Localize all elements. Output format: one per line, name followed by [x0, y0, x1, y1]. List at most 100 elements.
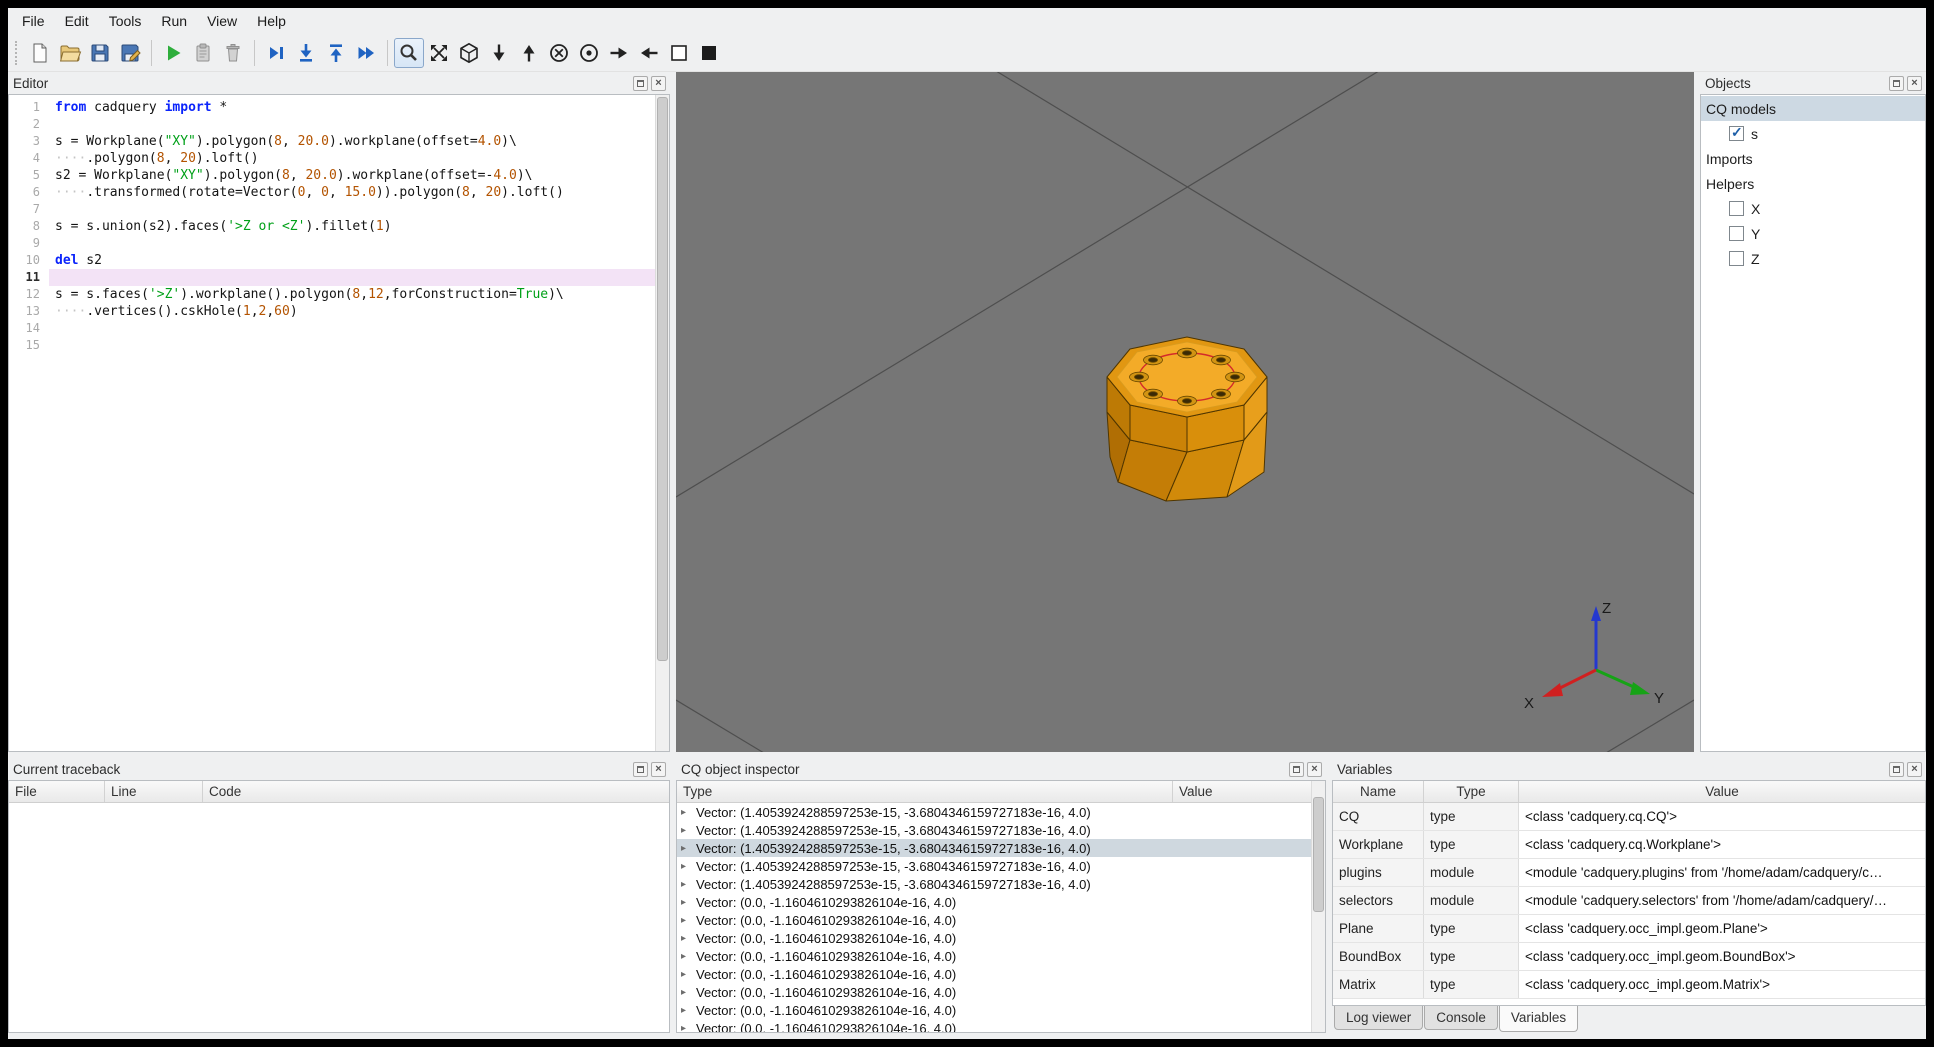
close-panel-icon[interactable] [1907, 75, 1922, 91]
inspector-scrollbar[interactable] [1311, 781, 1325, 1032]
new-file-button[interactable] [25, 38, 55, 68]
column-header-line[interactable]: Line [105, 781, 203, 802]
expand-arrow-icon[interactable] [681, 987, 696, 998]
menu-edit[interactable]: Edit [55, 8, 99, 34]
expand-arrow-icon[interactable] [681, 861, 696, 872]
fit-all-button[interactable] [424, 38, 454, 68]
tab-console[interactable]: Console [1424, 1006, 1498, 1030]
iso-view-button[interactable] [454, 38, 484, 68]
menu-run[interactable]: Run [151, 8, 197, 34]
expand-arrow-icon[interactable] [681, 969, 696, 980]
tab-log-viewer[interactable]: Log viewer [1334, 1006, 1424, 1030]
save-as-button[interactable] [115, 38, 145, 68]
step-into-button[interactable] [291, 38, 321, 68]
expand-arrow-icon[interactable] [681, 915, 696, 926]
inspector-row[interactable]: Vector: (0.0, -1.1604610293826104e-16, 4… [677, 929, 1325, 947]
column-header-value[interactable]: Value [1519, 781, 1925, 802]
float-panel-icon[interactable] [1889, 761, 1904, 777]
tree-item-y[interactable]: Y [1701, 221, 1925, 246]
open-file-button[interactable] [55, 38, 85, 68]
inspector-row[interactable]: Vector: (1.4053924288597253e-15, -3.6804… [677, 875, 1325, 893]
variable-value[interactable]: <class 'cadquery.occ_impl.geom.BoundBox'… [1519, 943, 1925, 970]
column-header-file[interactable]: File [9, 781, 105, 802]
tree-item-s[interactable]: s [1701, 121, 1925, 146]
step-out-button[interactable] [321, 38, 351, 68]
inspector-row[interactable]: Vector: (0.0, -1.1604610293826104e-16, 4… [677, 983, 1325, 1001]
menu-tools[interactable]: Tools [99, 8, 152, 34]
shaded-button[interactable] [664, 38, 694, 68]
tree-item-x[interactable]: X [1701, 196, 1925, 221]
variable-value[interactable]: <module 'cadquery.plugins' from '/home/a… [1519, 859, 1925, 886]
checkbox-s[interactable] [1729, 124, 1744, 141]
run-button[interactable] [158, 38, 188, 68]
variable-row-matrix[interactable]: Matrix type <class 'cadquery.occ_impl.geom… [1333, 971, 1925, 999]
tab-variables[interactable]: Variables [1498, 1006, 1579, 1032]
inspector-row[interactable]: Vector: (0.0, -1.1604610293826104e-16, 4… [677, 947, 1325, 965]
column-header-code[interactable]: Code [203, 781, 669, 802]
close-panel-icon[interactable] [1307, 761, 1322, 777]
bottom-view-button[interactable] [514, 38, 544, 68]
column-header-type[interactable]: Type [677, 781, 1173, 802]
front-view-button[interactable] [544, 38, 574, 68]
checkbox-y[interactable] [1729, 226, 1744, 241]
expand-arrow-icon[interactable] [681, 825, 696, 836]
editor-scrollbar[interactable] [655, 95, 669, 751]
inspector-row[interactable]: Vector: (0.0, -1.1604610293826104e-16, 4… [677, 965, 1325, 983]
checkbox-z[interactable] [1729, 251, 1744, 266]
tree-item-z[interactable]: Z [1701, 246, 1925, 271]
continue-button[interactable] [351, 38, 381, 68]
editor-code[interactable]: from cadquery import * s = Workplane("XY"… [49, 95, 655, 751]
variable-row-plane[interactable]: Plane type <class 'cadquery.occ_impl.geom.… [1333, 915, 1925, 943]
checkbox-x[interactable] [1729, 201, 1744, 216]
float-panel-icon[interactable] [1889, 75, 1904, 91]
right-view-button[interactable] [634, 38, 664, 68]
inspector-row[interactable]: Vector: (0.0, -1.1604610293826104e-16, 4… [677, 911, 1325, 929]
step-button[interactable] [261, 38, 291, 68]
scrollbar-thumb[interactable] [657, 97, 668, 662]
tree-item-imports[interactable]: Imports [1701, 146, 1925, 171]
inspector-row[interactable]: Vector: (0.0, -1.1604610293826104e-16, 4… [677, 1001, 1325, 1019]
variable-row-workplane[interactable]: Workplane type <class 'cadquery.cq.Workpla… [1333, 831, 1925, 859]
expand-arrow-icon[interactable] [681, 807, 696, 818]
inspector-row[interactable]: Vector: (0.0, -1.1604610293826104e-16, 4… [677, 893, 1325, 911]
close-panel-icon[interactable] [651, 761, 666, 777]
expand-arrow-icon[interactable] [681, 951, 696, 962]
inspector-rows[interactable]: Vector: (1.4053924288597253e-15, -3.6804… [677, 803, 1325, 1032]
column-header-name[interactable]: Name [1333, 781, 1424, 802]
variable-value[interactable]: <class 'cadquery.cq.CQ'> [1519, 803, 1925, 830]
top-view-button[interactable] [484, 38, 514, 68]
code-editor[interactable]: 1 2 3 4 5 6 7 8 9 10 11 12 13 14 15 from cadquery impo… [8, 94, 670, 752]
expand-arrow-icon[interactable] [681, 843, 696, 854]
column-header-type[interactable]: Type [1424, 781, 1519, 802]
close-panel-icon[interactable] [1907, 761, 1922, 777]
expand-arrow-icon[interactable] [681, 933, 696, 944]
variable-row-boundbox[interactable]: BoundBox type <class 'cadquery.occ_impl.ge… [1333, 943, 1925, 971]
scrollbar-thumb[interactable] [1313, 797, 1324, 912]
inspector-row[interactable]: Vector: (1.4053924288597253e-15, -3.6804… [677, 839, 1325, 857]
back-view-button[interactable] [574, 38, 604, 68]
float-panel-icon[interactable] [633, 75, 648, 91]
debug-button[interactable] [188, 38, 218, 68]
inspector-row[interactable]: Vector: (1.4053924288597253e-15, -3.6804… [677, 821, 1325, 839]
expand-arrow-icon[interactable] [681, 1023, 696, 1033]
toolbar-drag-handle[interactable] [15, 40, 21, 65]
float-panel-icon[interactable] [1289, 761, 1304, 777]
viewport-3d[interactable]: Z Y X [676, 72, 1694, 752]
left-view-button[interactable] [604, 38, 634, 68]
variable-row-cq[interactable]: CQ type <class 'cadquery.cq.CQ'> [1333, 803, 1925, 831]
tree-item-cq-models[interactable]: CQ models [1701, 96, 1925, 121]
expand-arrow-icon[interactable] [681, 879, 696, 890]
inspector-row[interactable]: Vector: (1.4053924288597253e-15, -3.6804… [677, 803, 1325, 821]
float-panel-icon[interactable] [633, 761, 648, 777]
close-panel-icon[interactable] [651, 75, 666, 91]
save-button[interactable] [85, 38, 115, 68]
wireframe-button[interactable] [694, 38, 724, 68]
variable-value[interactable]: <class 'cadquery.occ_impl.geom.Plane'> [1519, 915, 1925, 942]
objects-tree[interactable]: CQ models s ImportsHelpers XYZ [1700, 94, 1926, 752]
expand-arrow-icon[interactable] [681, 1005, 696, 1016]
expand-arrow-icon[interactable] [681, 897, 696, 908]
delete-button[interactable] [218, 38, 248, 68]
variable-value[interactable]: <class 'cadquery.occ_impl.geom.Matrix'> [1519, 971, 1925, 998]
variable-value[interactable]: <module 'cadquery.selectors' from '/home… [1519, 887, 1925, 914]
inspector-row[interactable]: Vector: (1.4053924288597253e-15, -3.6804… [677, 857, 1325, 875]
